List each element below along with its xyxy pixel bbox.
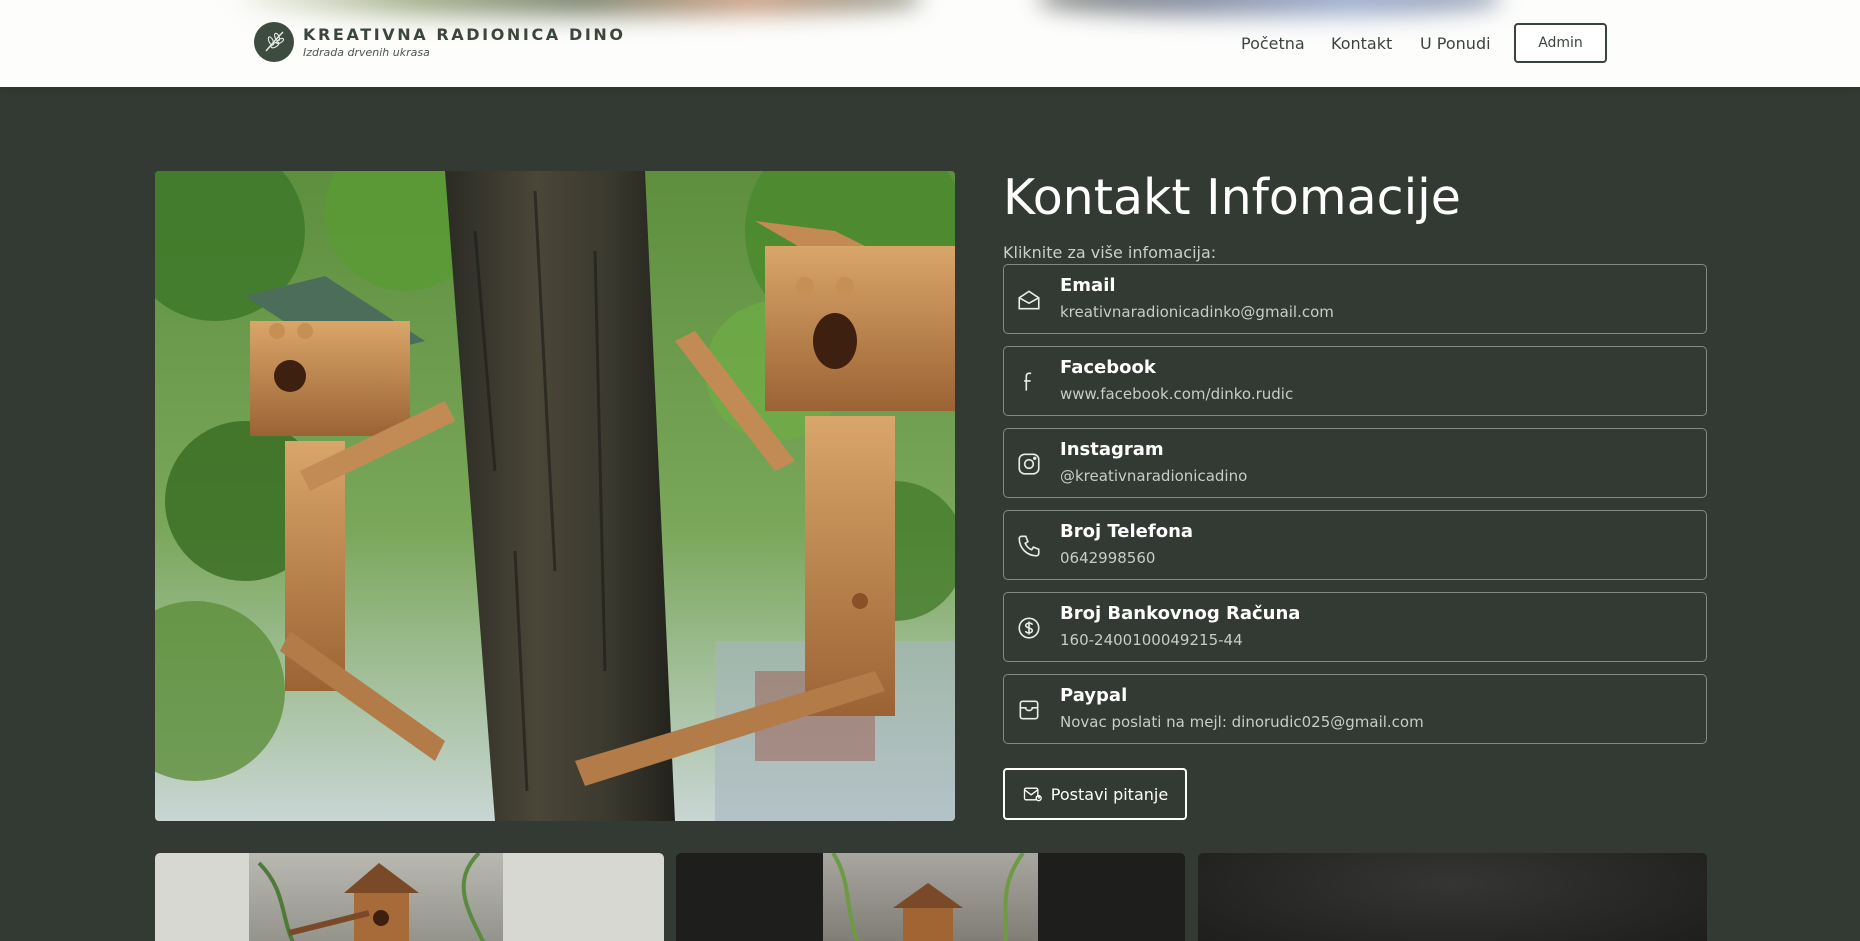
dollar-icon (1018, 617, 1040, 639)
gallery-thumbnail[interactable] (676, 853, 1185, 941)
contact-card-bank[interactable]: Broj Bankovnog Računa 160-2400100049215-… (1003, 592, 1707, 662)
brand-title: KREATIVNA RADIONICA DINO (303, 24, 626, 44)
facebook-icon (1024, 372, 1032, 391)
mail-question-icon (1023, 787, 1042, 802)
brand-subtitle: Izdrada drvenih ukrasa (303, 45, 430, 59)
contact-card-instagram[interactable]: Instagram @kreativnaradionicadino (1003, 428, 1707, 498)
contact-card-value: www.facebook.com/dinko.rudic (1060, 385, 1294, 403)
gallery-thumbnail[interactable] (1198, 853, 1707, 941)
gallery-thumbnail[interactable] (155, 853, 664, 941)
contact-card-phone[interactable]: Broj Telefona 0642998560 (1003, 510, 1707, 580)
nav-link-home[interactable]: Početna (1241, 34, 1305, 53)
contact-card-value: kreativnaradionicadinko@gmail.com (1060, 303, 1334, 321)
ask-question-button[interactable]: Postavi pitanje (1003, 768, 1187, 820)
header-backdrop-blur (1040, 0, 1500, 16)
contact-card-facebook[interactable]: Facebook www.facebook.com/dinko.rudic (1003, 346, 1707, 416)
nav-link-offer[interactable]: U Ponudi (1420, 34, 1491, 53)
contact-card-value: 160-2400100049215-44 (1060, 631, 1243, 649)
contact-card-value: @kreativnaradionicadino (1060, 467, 1248, 485)
leaf-logo-icon (254, 22, 294, 62)
contact-title: Kontakt Infomacije (1003, 169, 1461, 226)
contact-card-email[interactable]: Email kreativnaradionicadinko@gmail.com (1003, 264, 1707, 334)
instagram-icon (1018, 453, 1040, 475)
birdhouse-photo (155, 171, 955, 821)
header-backdrop-blur (240, 0, 920, 16)
nav-link-contact[interactable]: Kontakt (1331, 34, 1392, 53)
admin-button[interactable]: Admin (1514, 23, 1607, 63)
phone-icon (1018, 535, 1040, 557)
contact-card-label: Broj Telefona (1060, 521, 1194, 542)
ask-question-label: Postavi pitanje (1050, 784, 1169, 804)
brand-logo[interactable]: KREATIVNA RADIONICA DINO Izdrada drvenih… (254, 22, 626, 62)
contact-card-label: Broj Bankovnog Računa (1060, 603, 1301, 624)
contact-card-label: Paypal (1060, 685, 1128, 706)
contact-card-paypal[interactable]: Paypal Novac poslati na mejl: dinorudic0… (1003, 674, 1707, 744)
site-header: KREATIVNA RADIONICA DINO Izdrada drvenih… (0, 0, 1860, 87)
contact-card-value: 0642998560 (1060, 549, 1156, 567)
contact-card-value: Novac poslati na mejl: dinorudic025@gmai… (1060, 713, 1424, 731)
contact-subtitle: Kliknite za više infomacija: (1003, 243, 1217, 262)
wallet-icon (1019, 700, 1039, 720)
contact-card-label: Instagram (1060, 439, 1164, 460)
contact-card-label: Email (1060, 275, 1116, 296)
mail-open-icon (1018, 290, 1040, 310)
contact-card-label: Facebook (1060, 357, 1156, 378)
